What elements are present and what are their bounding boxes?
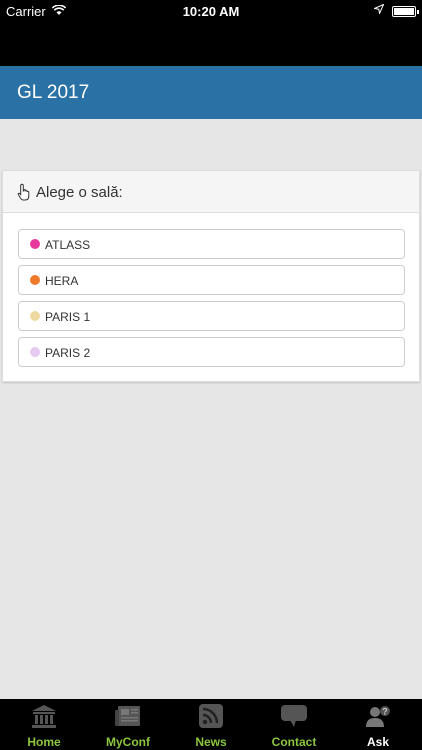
tab-bar: Home MyConf News Contact ? Ask [0, 699, 422, 750]
page-title: GL 2017 [17, 82, 90, 103]
room-color-dot [30, 239, 40, 249]
tab-label: Contact [271, 735, 317, 749]
room-color-dot [30, 311, 40, 321]
status-bar: Carrier 10:20 AM [0, 0, 422, 66]
card-title: Alege o sală: [36, 184, 123, 201]
room-selector-card: Alege o sală: ATLASS HERA PARIS 1 PARIS … [2, 170, 420, 382]
tab-home[interactable]: Home [2, 699, 86, 750]
room-label: ATLASS [45, 238, 91, 252]
battery-icon [392, 6, 419, 17]
card-header: Alege o sală: [3, 171, 419, 213]
home-icon [30, 703, 58, 729]
newspaper-icon [114, 703, 142, 729]
room-button-paris-1[interactable]: PARIS 1 [18, 301, 405, 331]
svg-text:?: ? [382, 707, 388, 717]
tab-label: MyConf [106, 735, 150, 749]
room-button-paris-2[interactable]: PARIS 2 [18, 337, 405, 367]
room-label: HERA [45, 274, 79, 288]
location-arrow-icon [372, 3, 385, 17]
tab-contact[interactable]: Contact [252, 699, 336, 750]
tab-news[interactable]: News [169, 699, 253, 750]
room-button-hera[interactable]: HERA [18, 265, 405, 295]
room-label: PARIS 1 [45, 310, 91, 324]
room-color-dot [30, 275, 40, 285]
app-header: GL 2017 [0, 66, 422, 119]
tab-label: Ask [366, 735, 389, 749]
room-label: PARIS 2 [45, 346, 91, 360]
room-color-dot [30, 347, 40, 357]
chat-icon [280, 703, 308, 729]
tab-myconf[interactable]: MyConf [86, 699, 170, 750]
user-question-icon: ? [364, 703, 392, 729]
room-button-atlass[interactable]: ATLASS [18, 229, 405, 259]
tab-label: Home [27, 735, 61, 749]
tab-label: News [195, 735, 227, 749]
clock: 10:20 AM [182, 4, 240, 19]
rss-icon [197, 703, 225, 729]
tab-ask[interactable]: ? Ask [336, 699, 420, 750]
pointing-hand-icon [17, 183, 33, 201]
